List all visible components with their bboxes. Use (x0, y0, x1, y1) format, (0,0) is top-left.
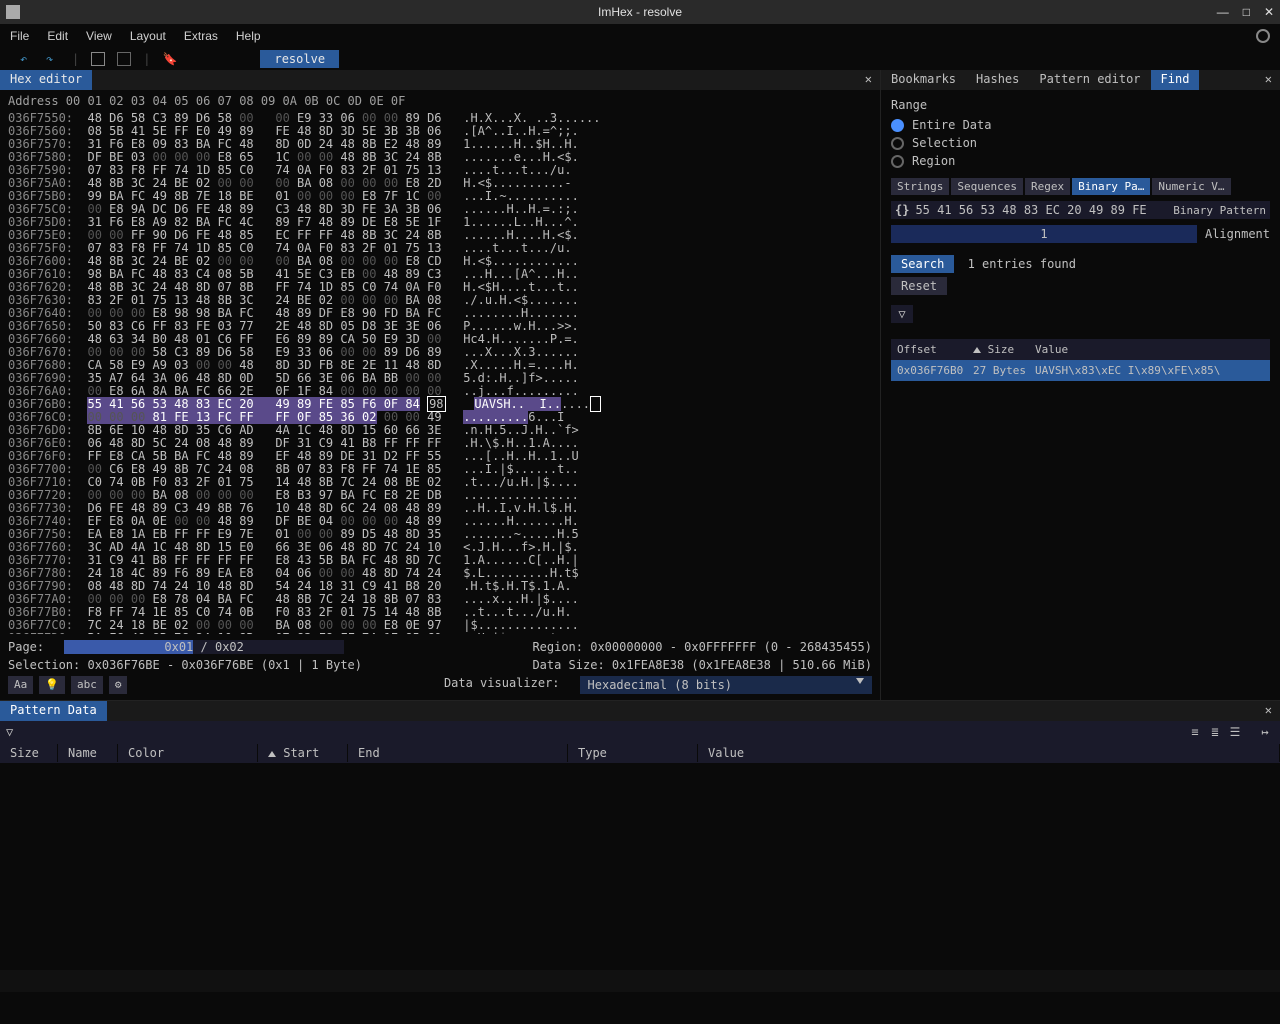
pd-expand-icon[interactable]: ↦ (1256, 723, 1274, 741)
window-maximize-icon[interactable]: □ (1243, 5, 1250, 19)
highlight-button[interactable]: 💡 (39, 676, 65, 694)
open-file-icon[interactable] (117, 52, 131, 66)
mode-binary[interactable]: Binary Pa… (1072, 178, 1150, 195)
mode-sequences[interactable]: Sequences (951, 178, 1023, 195)
hex-dump[interactable]: 036F7550: 48 D6 58 C3 89 D6 58 00 00 E9 … (0, 112, 880, 634)
filter-icon[interactable]: ▽ (891, 305, 913, 323)
pattern-data-columns: Size Name Color Start End Type Value (0, 743, 1280, 763)
result-row[interactable]: 0x036F76B0 27 Bytes UAVSH\x83\xEC I\x89\… (891, 360, 1270, 381)
pd-view3-icon[interactable]: ☰ (1226, 723, 1244, 741)
tab-hashes[interactable]: Hashes (966, 70, 1029, 90)
hex-settings-button[interactable]: ⚙ (109, 676, 128, 694)
window-app-icon (6, 5, 20, 19)
results-header: Offset Size Value (891, 339, 1270, 360)
toolbar: ↶ ↷ | | 🔖 resolve (0, 48, 1280, 70)
alignment-input[interactable]: 1 (891, 225, 1197, 243)
pd-view2-icon[interactable]: ≣ (1206, 723, 1224, 741)
search-button[interactable]: Search (891, 255, 954, 273)
hex-close-icon[interactable]: ✕ (857, 70, 880, 90)
bookmark-icon[interactable]: 🔖 (162, 52, 176, 66)
window-minimize-icon[interactable]: — (1217, 5, 1229, 19)
visualizer-label: Data visualizer: (444, 676, 560, 694)
pattern-data-pane: Pattern Data ✕ ▽ ≡ ≣ ☰ ↦ Size Name Color… (0, 700, 1280, 970)
tab-pattern-editor[interactable]: Pattern editor (1029, 70, 1150, 90)
new-file-icon[interactable] (91, 52, 105, 66)
reset-button[interactable]: Reset (891, 277, 947, 295)
find-pane: Bookmarks Hashes Pattern editor Find ✕ R… (880, 70, 1280, 700)
menubar: File Edit View Layout Extras Help (0, 24, 1280, 48)
menu-file[interactable]: File (10, 29, 29, 43)
pd-filter-icon[interactable]: ▽ (6, 725, 13, 739)
menu-extras[interactable]: Extras (184, 29, 218, 43)
selection-info: Selection: 0x036F76BE - 0x036F76BE (0x1 … (8, 658, 362, 672)
alignment-label: Alignment (1205, 227, 1270, 241)
pattern-data-tab[interactable]: Pattern Data (0, 701, 107, 721)
hex-footer: Page: 0x01 / 0x02 Region: 0x00000000 - 0… (0, 634, 880, 700)
range-label: Range (891, 98, 1270, 112)
hex-editor-pane: Hex editor ✕ Address 00 01 02 03 04 05 0… (0, 70, 880, 700)
page-slider[interactable]: 0x01 / 0x02 (64, 640, 344, 654)
pattern-data-close-icon[interactable]: ✕ (1257, 701, 1280, 721)
menu-help[interactable]: Help (236, 29, 261, 43)
redo-icon[interactable]: ↷ (46, 52, 60, 66)
radio-region[interactable] (891, 155, 904, 168)
find-close-icon[interactable]: ✕ (1257, 70, 1280, 90)
datasize-info: Data Size: 0x1FEA8E38 (0x1FEA8E38 | 510.… (532, 658, 872, 672)
hex-editor-tab[interactable]: Hex editor (0, 70, 92, 90)
window-title: ImHex - resolve (598, 5, 682, 19)
window-titlebar: ImHex - resolve — □ ✕ (0, 0, 1280, 24)
radio-entire-data[interactable] (891, 119, 904, 132)
file-tab[interactable]: resolve (260, 50, 339, 68)
pattern-braces-icon: {} (895, 203, 909, 217)
mode-regex[interactable]: Regex (1025, 178, 1070, 195)
hex-column-header: Address 00 01 02 03 04 05 06 07 08 09 0A… (0, 90, 880, 112)
menu-edit[interactable]: Edit (47, 29, 68, 43)
pattern-input[interactable]: 55 41 56 53 48 83 EC 20 49 89 FE (915, 203, 1167, 217)
tab-bookmarks[interactable]: Bookmarks (881, 70, 966, 90)
menu-view[interactable]: View (86, 29, 112, 43)
menu-layout[interactable]: Layout (130, 29, 166, 43)
settings-icon[interactable] (1256, 29, 1270, 43)
visualizer-select[interactable]: Hexadecimal (8 bits) (580, 676, 872, 694)
undo-icon[interactable]: ↶ (20, 52, 34, 66)
statusbar (0, 970, 1280, 992)
region-info: Region: 0x00000000 - 0x0FFFFFFF (0 - 268… (532, 640, 872, 654)
mode-numeric[interactable]: Numeric V… (1152, 178, 1230, 195)
window-close-icon[interactable]: ✕ (1264, 5, 1274, 19)
case-toggle-button[interactable]: Aa (8, 676, 33, 694)
tab-find[interactable]: Find (1151, 70, 1200, 90)
search-result-count: 1 entries found (968, 257, 1076, 271)
ascii-toggle-button[interactable]: abc (71, 676, 103, 694)
radio-selection[interactable] (891, 137, 904, 150)
mode-strings[interactable]: Strings (891, 178, 949, 195)
pattern-kind-label: Binary Pattern (1173, 204, 1266, 217)
pd-view1-icon[interactable]: ≡ (1186, 723, 1204, 741)
page-label: Page: (8, 640, 44, 654)
